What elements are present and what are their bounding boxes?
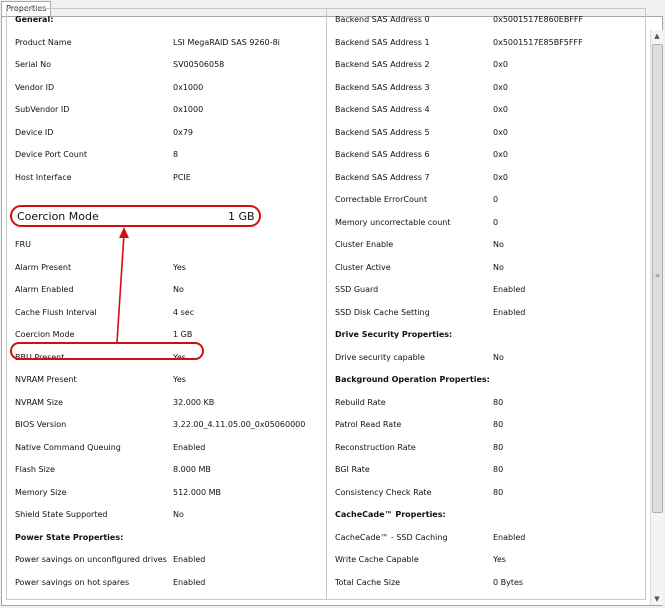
arrow-line: [116, 233, 125, 343]
callout-arrow: [116, 227, 129, 343]
arrow-head-icon: [119, 227, 129, 238]
